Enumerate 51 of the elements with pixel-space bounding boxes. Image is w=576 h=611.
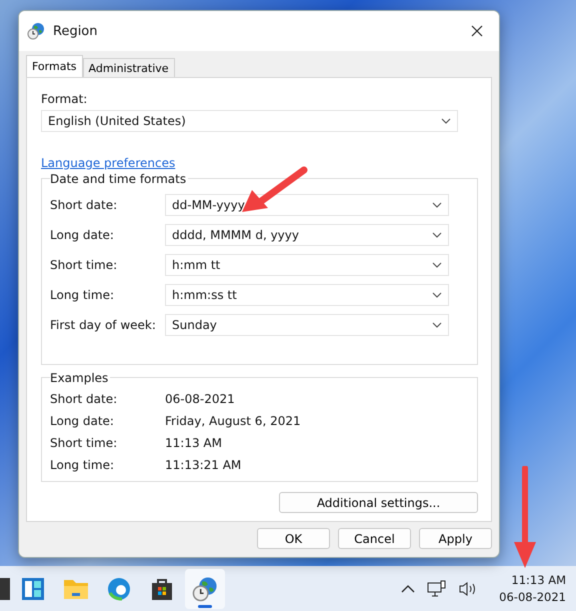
chevron-down-icon xyxy=(432,232,442,238)
field-label: Long time: xyxy=(50,288,116,302)
taskbar-app[interactable] xyxy=(185,568,225,608)
language-preferences-link[interactable]: Language preferences xyxy=(41,156,478,170)
example-value: 06-08-2021 xyxy=(165,392,235,406)
tab[interactable]: Formats xyxy=(26,55,82,77)
speaker-icon[interactable] xyxy=(459,580,478,596)
close-icon xyxy=(471,25,483,37)
globe-clock-icon xyxy=(192,576,218,602)
chevron-down-icon xyxy=(432,262,442,268)
chevron-up-icon[interactable] xyxy=(401,584,416,594)
dialog-button[interactable]: OK xyxy=(257,528,330,549)
group-title: Examples xyxy=(50,371,110,385)
format-dropdown[interactable]: Sunday xyxy=(165,314,449,336)
tab[interactable]: Administrative xyxy=(82,58,175,77)
example-value: Friday, August 6, 2021 xyxy=(165,414,301,428)
chevron-down-icon xyxy=(432,322,442,328)
chevron-down-icon xyxy=(432,292,442,298)
example-label: Short date: xyxy=(50,392,118,406)
network-icon[interactable] xyxy=(427,580,448,598)
format-dropdown[interactable]: dd-MM-yyyy xyxy=(165,194,449,216)
clock-date[interactable]: 06-08-2021 xyxy=(499,588,566,606)
chevron-down-icon xyxy=(432,202,442,208)
format-dropdown[interactable]: h:mm tt xyxy=(165,254,449,276)
example-label: Short time: xyxy=(50,436,118,450)
example-label: Long date: xyxy=(50,414,115,428)
example-value: 11:13:21 AM xyxy=(165,458,242,472)
format-dropdown[interactable]: h:mm:ss tt xyxy=(165,284,449,306)
dialog-button[interactable]: Cancel xyxy=(338,528,411,549)
additional-settings-button[interactable]: Additional settings... xyxy=(279,492,478,513)
window-title: Region xyxy=(53,24,98,38)
field-label: Short time: xyxy=(50,258,118,272)
format-label: Format: xyxy=(41,92,88,106)
shopping-bag-icon xyxy=(150,576,174,600)
format-dropdown[interactable]: English (United States) xyxy=(41,110,458,132)
chevron-down-icon xyxy=(441,118,451,124)
start-icon[interactable] xyxy=(0,578,10,600)
browser-icon xyxy=(107,576,131,600)
format-dropdown[interactable]: dddd, MMMM d, yyyy xyxy=(165,224,449,246)
dialog-button[interactable]: Apply xyxy=(419,528,492,549)
folder-icon xyxy=(63,578,89,600)
group-title: Date and time formats xyxy=(50,172,188,186)
example-label: Long time: xyxy=(50,458,116,472)
widgets-icon xyxy=(21,576,45,600)
clock-time[interactable]: 11:13 AM xyxy=(511,572,566,588)
globe-clock-icon xyxy=(27,22,45,40)
example-value: 11:13 AM xyxy=(165,436,222,450)
field-label: First day of week: xyxy=(50,318,157,332)
field-label: Long date: xyxy=(50,228,115,242)
active-indicator xyxy=(198,604,212,608)
field-label: Short date: xyxy=(50,198,118,212)
